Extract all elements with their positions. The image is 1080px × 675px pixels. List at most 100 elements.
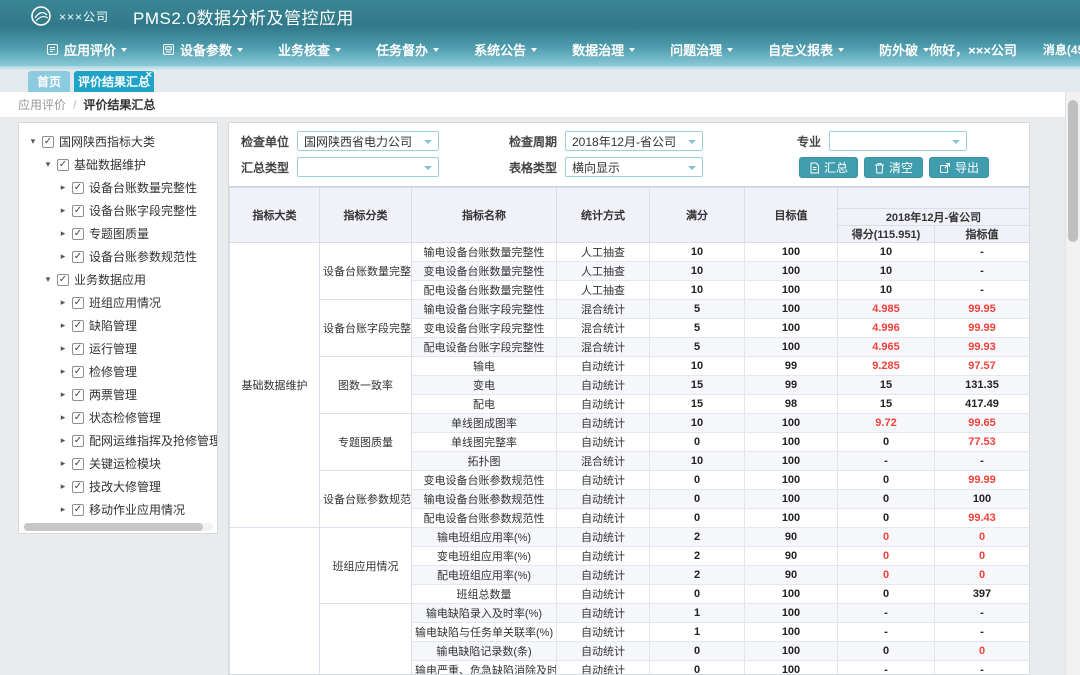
indicator-value-cell: 99.99	[935, 319, 1030, 338]
score-cell: 10	[838, 262, 935, 281]
tree-item[interactable]: ▸✓两票管理	[19, 383, 217, 406]
messages-link[interactable]: 消息(45)	[1043, 41, 1080, 58]
tree-collapsed-icon[interactable]: ▸	[57, 504, 69, 515]
tree-collapsed-icon[interactable]: ▸	[57, 343, 69, 354]
tree-expanded-icon[interactable]: ▾	[27, 136, 39, 147]
export-button[interactable]: 导出	[929, 157, 989, 178]
tree-item[interactable]: ▸✓设备台账参数规范性	[19, 245, 217, 268]
nav-item-4[interactable]: 系统公告	[474, 40, 537, 59]
indicator-value-cell: 99.99	[935, 471, 1030, 490]
tree-item[interactable]: ▾✓业务数据应用	[19, 268, 217, 291]
checkbox-checked-icon[interactable]: ✓	[72, 481, 84, 493]
target-value-cell: 99	[745, 357, 838, 376]
full-score-cell: 1	[650, 604, 745, 623]
nav-item-7[interactable]: 自定义报表	[768, 40, 844, 59]
breadcrumb-parent[interactable]: 应用评价	[18, 96, 66, 113]
tree-collapsed-icon[interactable]: ▸	[57, 320, 69, 331]
tree-item[interactable]: ▸✓ 关键运检模块	[19, 452, 217, 475]
tree-collapsed-icon[interactable]: ▸	[57, 458, 69, 469]
category-cell	[230, 528, 320, 675]
tree-collapsed-icon[interactable]: ▸	[57, 182, 69, 193]
tree-collapsed-icon[interactable]: ▸	[57, 366, 69, 377]
tree-expanded-icon[interactable]: ▾	[42, 159, 54, 170]
filter-label-table-type: 表格类型	[505, 159, 557, 176]
tab-results-summary[interactable]: 评价结果汇总×	[74, 71, 154, 92]
nav-item-5[interactable]: 数据治理	[572, 40, 635, 59]
tree-collapsed-icon[interactable]: ▸	[57, 228, 69, 239]
stat-method-cell: 自动统计	[557, 547, 650, 566]
checkbox-checked-icon[interactable]: ✓	[72, 297, 84, 309]
tree-item[interactable]: ▸✓设备台账字段完整性	[19, 199, 217, 222]
tree-item[interactable]: ▸✓专题图质量	[19, 222, 217, 245]
tree-item[interactable]: ▸✓检修管理	[19, 360, 217, 383]
nav-item-2[interactable]: 业务核查	[278, 40, 341, 59]
tree-item-label: 缺陷管理	[89, 317, 137, 334]
indicator-value-cell: 99.95	[935, 300, 1030, 319]
select-summary-type[interactable]	[297, 157, 439, 177]
tree-item[interactable]: ▸✓移动作业应用情况	[19, 498, 217, 521]
score-cell: 9.285	[838, 357, 935, 376]
checkbox-checked-icon[interactable]: ✓	[72, 458, 84, 470]
checkbox-checked-icon[interactable]: ✓	[72, 251, 84, 263]
checkbox-checked-icon[interactable]: ✓	[72, 435, 84, 447]
tree-item[interactable]: ▸✓设备台账数量完整性	[19, 176, 217, 199]
indicator-name-cell: 输电班组应用率(%)	[412, 528, 557, 547]
tree-item[interactable]: ▾✓基础数据维护	[19, 153, 217, 176]
tree-item-label: 关键运检模块	[89, 455, 161, 472]
score-cell: 0	[838, 490, 935, 509]
checkbox-checked-icon[interactable]: ✓	[72, 504, 84, 516]
select-check-period[interactable]: 2018年12月-省公司	[565, 131, 703, 151]
tree-collapsed-icon[interactable]: ▸	[57, 412, 69, 423]
select-table-type[interactable]: 横向显示	[565, 157, 703, 177]
checkbox-checked-icon[interactable]: ✓	[57, 159, 69, 171]
tree-collapsed-icon[interactable]: ▸	[57, 251, 69, 262]
column-header: 指标分类	[320, 188, 412, 243]
tree-scrollbar-thumb[interactable]	[24, 523, 203, 531]
checkbox-checked-icon[interactable]: ✓	[72, 228, 84, 240]
tree-item[interactable]: ▸✓班组应用情况	[19, 291, 217, 314]
nav-item-1[interactable]: 设备参数	[162, 40, 243, 59]
select-check-unit[interactable]: 国网陕西省电力公司	[297, 131, 439, 151]
nav-item-8[interactable]: 防外破	[879, 40, 929, 59]
chevron-down-icon	[629, 48, 635, 52]
nav-item-3[interactable]: 任务督办	[376, 40, 439, 59]
tree-item[interactable]: ▸✓ 缺陷管理	[19, 314, 217, 337]
tree-collapsed-icon[interactable]: ▸	[57, 435, 69, 446]
checkbox-checked-icon[interactable]: ✓	[72, 182, 84, 194]
tree-expanded-icon[interactable]: ▾	[42, 274, 54, 285]
checkbox-checked-icon[interactable]: ✓	[72, 389, 84, 401]
checkbox-checked-icon[interactable]: ✓	[72, 366, 84, 378]
summarize-button[interactable]: 汇总	[799, 157, 858, 178]
tree-collapsed-icon[interactable]: ▸	[57, 205, 69, 216]
checkbox-checked-icon[interactable]: ✓	[57, 274, 69, 286]
checkbox-checked-icon[interactable]: ✓	[72, 343, 84, 355]
checkbox-checked-icon[interactable]: ✓	[72, 412, 84, 424]
close-icon[interactable]: ×	[146, 70, 152, 81]
tree-item[interactable]: ▸✓技改大修管理	[19, 475, 217, 498]
tree-item[interactable]: ▸✓状态检修管理	[19, 406, 217, 429]
clear-button[interactable]: 清空	[864, 157, 923, 178]
indicator-name-cell: 输电缺陷与任务单关联率(%)	[412, 623, 557, 642]
checkbox-checked-icon[interactable]: ✓	[72, 205, 84, 217]
results-table: 指标大类指标分类指标名称统计方式满分目标值2018年12月-省公司得分(115.…	[229, 187, 1029, 674]
indicator-tree: ▾✓国网陕西指标大类▾✓基础数据维护▸✓设备台账数量完整性▸✓设备台账字段完整性…	[19, 123, 217, 521]
tree-item[interactable]: ▸✓配网运维指挥及抢修管理	[19, 429, 217, 452]
nav-item-label: 设备参数	[180, 40, 232, 59]
select-specialty[interactable]	[829, 131, 967, 151]
tree-item[interactable]: ▾✓国网陕西指标大类	[19, 130, 217, 153]
tree-item[interactable]: ▸✓运行管理	[19, 337, 217, 360]
indicator-name-cell: 配电班组应用率(%)	[412, 566, 557, 585]
checkbox-checked-icon[interactable]: ✓	[72, 320, 84, 332]
score-cell: 0	[838, 528, 935, 547]
nav-item-6[interactable]: 问题治理	[670, 40, 733, 59]
tree-collapsed-icon[interactable]: ▸	[57, 389, 69, 400]
nav-item-0[interactable]: 应用评价	[46, 40, 127, 59]
tree-collapsed-icon[interactable]: ▸	[57, 297, 69, 308]
stat-method-cell: 混合统计	[557, 452, 650, 471]
vertical-scrollbar-thumb[interactable]	[1068, 100, 1078, 242]
tree-collapsed-icon[interactable]: ▸	[57, 481, 69, 492]
checkbox-checked-icon[interactable]: ✓	[42, 136, 54, 148]
tab-home[interactable]: 首页	[28, 71, 70, 92]
indicator-value-cell: -	[935, 452, 1030, 471]
table-row: 图数一致率输电自动统计10999.28597.57	[230, 357, 1030, 376]
